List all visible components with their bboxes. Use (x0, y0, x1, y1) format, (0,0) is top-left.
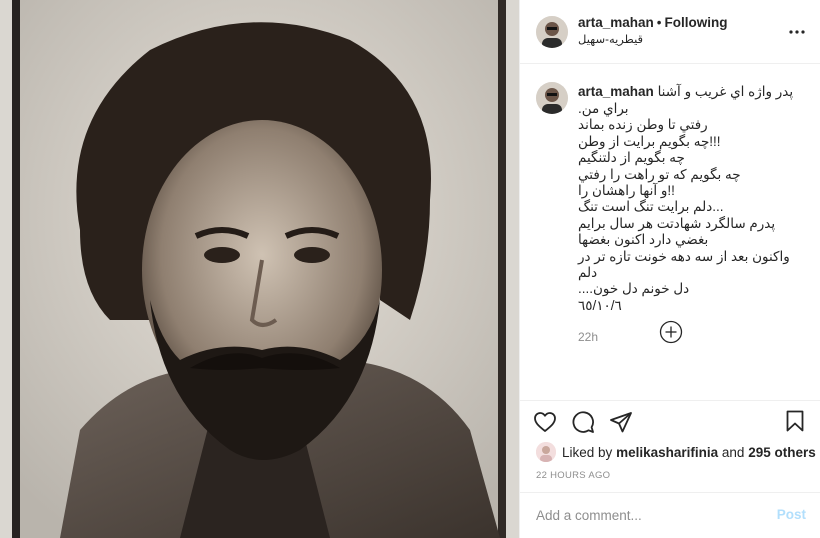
post-sidebar: arta_mahan • Following قیطریه-سهیل arta_… (519, 0, 820, 538)
share-icon[interactable] (609, 410, 633, 434)
comments-section: arta_mahan پدر واژه اي غريب و آشنا براي … (520, 64, 820, 400)
caption-first-line: arta_mahan پدر واژه اي غريب و آشنا (578, 83, 798, 101)
add-comment-bar: Post (520, 492, 820, 538)
caption-lines: براي من. رفتي تا وطن زنده بماند !!!چه بگ… (578, 101, 798, 314)
caption-text-first: پدر واژه اي غريب و آشنا (657, 84, 794, 99)
action-icons (533, 407, 647, 437)
likes-summary: Liked by melikasharifinia and 295 others (536, 442, 816, 462)
caption-body: arta_mahan پدر واژه اي غريب و آشنا براي … (578, 83, 798, 344)
caption-line: دل خونم دل خون.... (578, 281, 690, 297)
instagram-post: arta_mahan • Following قیطریه-سهیل arta_… (0, 0, 820, 538)
load-more-comments-icon[interactable] (659, 320, 683, 344)
comment-input[interactable] (536, 508, 756, 523)
caption-line: ٦٥/١٠/٦ (578, 297, 622, 313)
separator-dot: • (656, 15, 662, 30)
avatar[interactable] (536, 15, 568, 48)
header-names: arta_mahan • Following قیطریه-سهیل (578, 15, 728, 48)
caption-username[interactable]: arta_mahan (578, 84, 654, 99)
avatar-image (536, 15, 568, 48)
post-photo[interactable] (0, 0, 519, 538)
caption-line: براي من. (578, 101, 629, 116)
liked-and: and (721, 444, 745, 460)
heart-icon[interactable] (533, 410, 557, 434)
header-username[interactable]: arta_mahan (578, 15, 654, 30)
caption-line: رفتي تا وطن زنده بماند (578, 117, 708, 133)
bookmark-icon[interactable] (783, 409, 807, 433)
location-link[interactable]: قیطریه-سهیل (578, 32, 728, 48)
post-header: arta_mahan • Following قیطریه-سهیل (520, 0, 820, 64)
caption-line: بغضي دارد اكنون بغضها (578, 232, 709, 248)
caption-line: پدرم سالگرد شهادتت هر سال برايم (578, 215, 776, 231)
caption-line: چه بگويم از دلتنگيم (578, 150, 685, 166)
avatar-image (536, 82, 568, 114)
caption-line: واكنون بعد از سه دهه خونت تازه تر در (578, 248, 790, 264)
comment-icon[interactable] (571, 410, 595, 434)
caption-line: !!و آنها راهشان را (578, 183, 675, 199)
caption-line: ...دلم برايت تنگ است تنگ (578, 199, 724, 215)
post-actions: Liked by melikasharifinia and 295 others… (520, 400, 820, 492)
liked-by-user[interactable]: melikasharifinia (616, 445, 718, 460)
portrait-image (0, 0, 519, 538)
post-timestamp[interactable]: 22 HOURS AGO (536, 470, 610, 481)
liked-others[interactable]: 295 others (748, 445, 816, 460)
following-button[interactable]: Following (665, 15, 728, 30)
caption-avatar[interactable] (536, 82, 568, 114)
more-horizontal-icon[interactable] (788, 23, 806, 44)
caption-time[interactable]: 22h (578, 330, 798, 344)
liker-avatar[interactable] (536, 442, 556, 462)
caption: arta_mahan پدر واژه اي غريب و آشنا براي … (536, 82, 804, 344)
caption-line: دلم (578, 265, 598, 281)
caption-line: !!!چه بگويم برايت از وطن (578, 133, 721, 149)
caption-line: چه بگويم كه تو راهت را رفتي (578, 166, 741, 182)
liked-by-prefix: Liked by (562, 444, 613, 460)
post-comment-button[interactable]: Post (777, 507, 806, 522)
